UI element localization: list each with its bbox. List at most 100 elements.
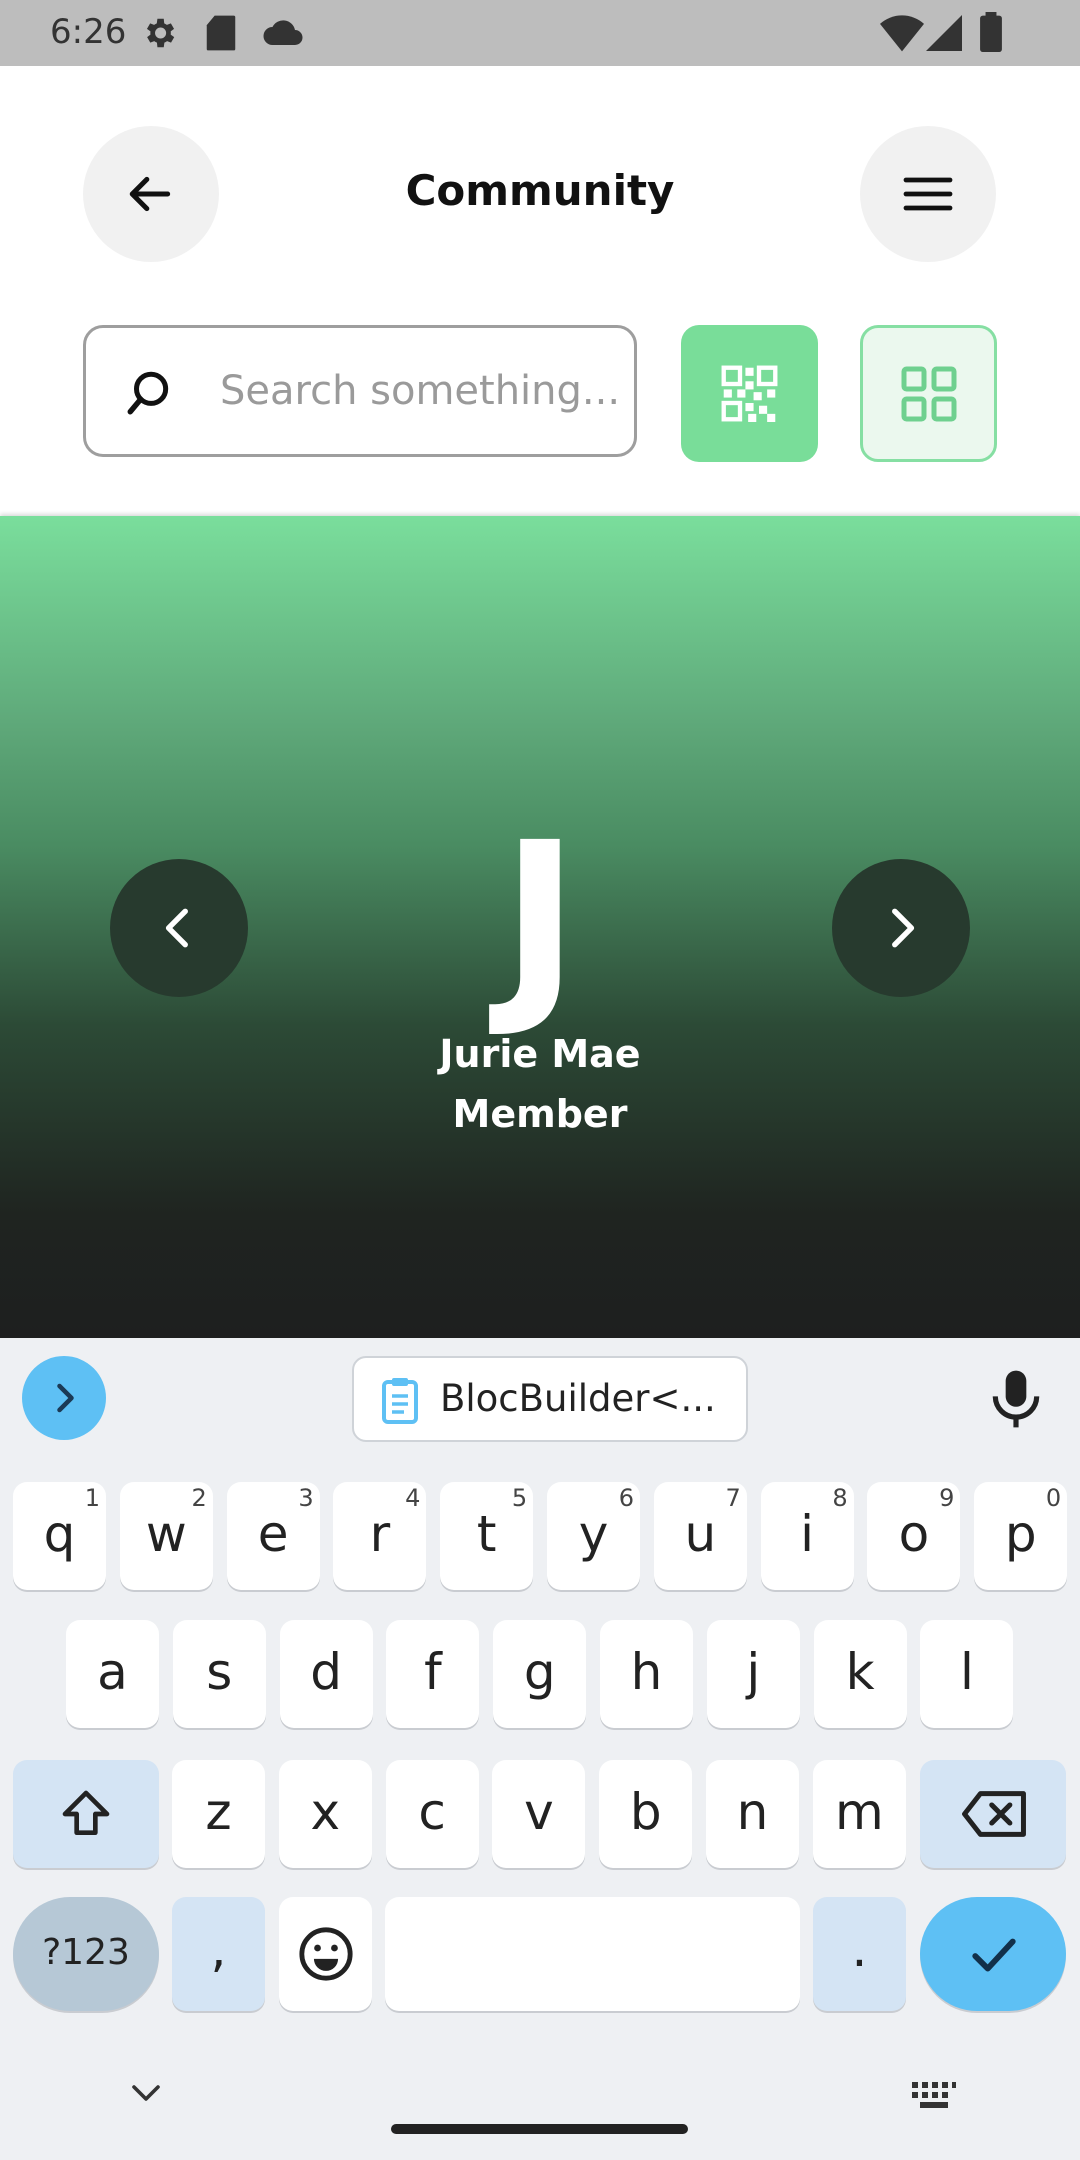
space-key[interactable]	[385, 1897, 800, 2011]
key-n[interactable]: n	[706, 1760, 799, 1868]
key-w[interactable]: w2	[119, 1482, 213, 1590]
microphone-icon[interactable]	[990, 1368, 1042, 1430]
key-label: q	[43, 1505, 76, 1563]
profile-name: Jurie Mae	[439, 1032, 641, 1076]
key-label: s	[206, 1643, 233, 1701]
key-label: t	[476, 1505, 497, 1563]
keyboard-toolbar-expand-button[interactable]	[22, 1356, 106, 1440]
key-r[interactable]: r4	[333, 1482, 427, 1590]
enter-key[interactable]	[920, 1897, 1066, 2011]
hamburger-menu-icon	[903, 177, 953, 211]
key-label: h	[630, 1643, 663, 1701]
key-i[interactable]: i8	[760, 1482, 854, 1590]
clipboard-icon	[382, 1378, 418, 1424]
emoji-key[interactable]	[279, 1897, 372, 2011]
key-d[interactable]: d	[279, 1620, 373, 1728]
keyboard-hide-chevron-icon[interactable]	[128, 2078, 164, 2108]
key-label: v	[524, 1783, 554, 1841]
shift-key[interactable]	[13, 1760, 159, 1868]
grid-view-button[interactable]	[860, 325, 997, 462]
key-label: u	[684, 1505, 717, 1563]
key-g[interactable]: g	[493, 1620, 587, 1728]
key-hint: 6	[618, 1484, 634, 1512]
profile-initial: J	[500, 797, 580, 1042]
key-label: r	[369, 1505, 391, 1563]
search-icon	[127, 371, 169, 415]
checkmark-icon	[972, 1938, 1016, 1972]
key-h[interactable]: h	[600, 1620, 693, 1728]
search-input[interactable]	[220, 328, 620, 454]
key-j[interactable]: j	[706, 1620, 800, 1728]
key-label: j	[746, 1643, 761, 1701]
key-label: k	[845, 1643, 875, 1701]
settings-icon	[146, 18, 175, 48]
key-label: e	[257, 1505, 289, 1563]
qr-code-button[interactable]	[681, 325, 818, 462]
key-label: l	[959, 1643, 974, 1701]
key-k[interactable]: k	[813, 1620, 907, 1728]
status-time: 6:26	[50, 12, 127, 52]
key-z[interactable]: z	[172, 1760, 265, 1868]
backspace-icon	[962, 1791, 1026, 1837]
clipboard-suggestion-chip[interactable]: BlocBuilder<...	[352, 1356, 748, 1442]
qr-code-icon	[721, 365, 778, 422]
key-label: w	[145, 1505, 187, 1563]
key-hint: 0	[1045, 1484, 1062, 1512]
key-hint: 4	[405, 1484, 421, 1512]
key-y[interactable]: y6	[547, 1482, 640, 1590]
key-label: f	[424, 1643, 442, 1701]
key-q[interactable]: q1	[13, 1482, 106, 1590]
key-label: y	[578, 1505, 609, 1563]
key-hint: 3	[298, 1484, 314, 1512]
key-label: d	[310, 1643, 342, 1701]
symbols-key[interactable]: ?123	[13, 1897, 159, 2011]
key-hint: 2	[191, 1484, 207, 1512]
key-label: g	[523, 1643, 556, 1701]
search-box[interactable]	[83, 325, 637, 457]
key-label: z	[205, 1783, 232, 1841]
period-key[interactable]: .	[813, 1897, 906, 2011]
soft-keyboard	[0, 1338, 1080, 2160]
keyboard-switch-icon[interactable]	[910, 2080, 958, 2112]
key-c[interactable]: c	[385, 1760, 479, 1868]
shift-icon	[62, 1790, 110, 1835]
menu-button[interactable]	[860, 126, 996, 262]
gesture-home-bar[interactable]	[391, 2124, 688, 2134]
key-label: n	[736, 1783, 769, 1841]
key-a[interactable]: a	[66, 1620, 159, 1728]
cellular-signal-icon	[926, 15, 962, 51]
sd-card-icon	[206, 15, 236, 51]
comma-key[interactable]: ,	[172, 1897, 265, 2011]
key-e[interactable]: e3	[226, 1482, 320, 1590]
key-u[interactable]: u7	[653, 1482, 747, 1590]
key-o[interactable]: o9	[867, 1482, 961, 1590]
key-label: o	[898, 1505, 930, 1563]
key-t[interactable]: t5	[440, 1482, 534, 1590]
key-b[interactable]: b	[599, 1760, 693, 1868]
key-x[interactable]: x	[278, 1760, 372, 1868]
wifi-icon	[880, 15, 924, 52]
key-s[interactable]: s	[172, 1620, 266, 1728]
key-label: c	[418, 1783, 446, 1841]
key-hint: 8	[832, 1484, 848, 1512]
battery-icon	[980, 12, 1002, 52]
key-label: p	[1004, 1505, 1037, 1563]
key-label: a	[97, 1643, 128, 1701]
key-m[interactable]: m	[812, 1760, 906, 1868]
key-label: i	[800, 1505, 815, 1563]
key-l[interactable]: l	[920, 1620, 1014, 1728]
emoji-icon	[299, 1927, 353, 1981]
key-hint: 5	[511, 1484, 528, 1512]
key-p[interactable]: p0	[974, 1482, 1068, 1590]
key-f[interactable]: f	[386, 1620, 480, 1728]
key-v[interactable]: v	[492, 1760, 586, 1868]
key-hint: 9	[939, 1484, 955, 1512]
key-hint: 1	[84, 1484, 100, 1512]
chevron-right-icon	[57, 1383, 74, 1413]
backspace-key[interactable]	[920, 1760, 1066, 1868]
key-label: b	[629, 1783, 662, 1841]
clipboard-suggestion-text: BlocBuilder<...	[440, 1377, 716, 1420]
key-label: m	[834, 1783, 884, 1841]
status-bar: 6:26	[0, 0, 1080, 66]
cloud-icon	[263, 20, 303, 45]
